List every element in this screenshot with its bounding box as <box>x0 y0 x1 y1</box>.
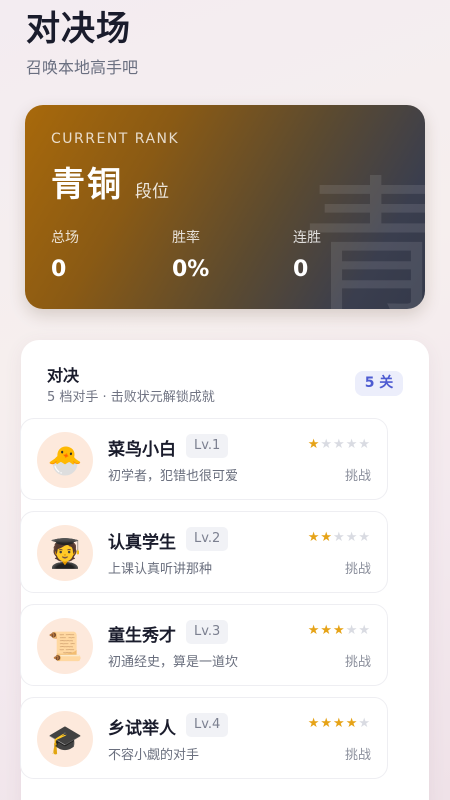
stat-value: 0 <box>51 257 67 282</box>
panel-title: 对决 <box>47 366 80 385</box>
star-empty-icon: ★ <box>358 437 371 452</box>
stat-label: 连胜 <box>293 230 321 246</box>
graduation-cap-icon: 🎓 <box>47 722 83 756</box>
stat-value: 0 <box>293 257 309 282</box>
scroll-icon: 📜 <box>47 629 83 663</box>
difficulty-stars: ★★★★★ <box>308 437 371 452</box>
opponent-name: 乡试举人 <box>108 719 176 739</box>
star-empty-icon: ★ <box>333 437 346 452</box>
star-empty-icon: ★ <box>358 530 371 545</box>
stat-total-games: 总场 0 <box>51 227 79 282</box>
opponent-description: 不容小觑的对手 <box>108 748 200 763</box>
star-filled-icon: ★ <box>307 623 321 638</box>
student-icon: 🧑‍🎓 <box>47 536 83 570</box>
panel-subtitle: 5 档对手 · 击败状元解锁成就 <box>47 390 215 405</box>
opponent-description: 上课认真听讲那种 <box>108 562 213 577</box>
opponent-level-badge: Lv.3 <box>186 620 229 644</box>
opponent-avatar: 🐣 <box>37 432 93 488</box>
opponent-name: 童生秀才 <box>108 626 176 646</box>
opponent-name: 菜鸟小白 <box>108 440 176 460</box>
opponent-card[interactable]: 🧑‍🎓 认真学生 Lv.2 上课认真听讲那种 ★★★★★ 挑战 <box>20 511 388 593</box>
rank-card: 青 CURRENT RANK 青铜 段位 总场 0 胜率 0% 连胜 0 <box>25 105 425 309</box>
challenge-button[interactable]: 挑战 <box>345 558 371 577</box>
difficulty-stars: ★★★★★ <box>308 530 371 545</box>
opponent-level-badge: Lv.4 <box>186 713 229 737</box>
star-empty-icon: ★ <box>333 530 346 545</box>
level-count-badge: 5 关 <box>355 371 403 396</box>
challenge-button[interactable]: 挑战 <box>345 465 371 484</box>
star-empty-icon: ★ <box>358 716 371 731</box>
star-filled-icon: ★ <box>320 530 334 545</box>
opponent-description: 初学者，犯错也很可爱 <box>108 469 239 484</box>
star-filled-icon: ★ <box>333 716 346 731</box>
opponent-level-badge: Lv.1 <box>186 434 229 458</box>
opponent-card[interactable]: 📜 童生秀才 Lv.3 初通经史，算是一道坎 ★★★★★ 挑战 <box>20 604 388 686</box>
stat-label: 胜率 <box>172 230 200 246</box>
star-filled-icon: ★ <box>307 437 321 452</box>
star-filled-icon: ★ <box>345 716 359 731</box>
stat-win-rate: 胜率 0% <box>172 227 209 282</box>
star-filled-icon: ★ <box>320 623 334 638</box>
opponent-name: 认真学生 <box>108 533 176 553</box>
difficulty-stars: ★★★★★ <box>308 716 371 731</box>
opponent-card[interactable]: 🎓 乡试举人 Lv.4 不容小觑的对手 ★★★★★ 挑战 <box>20 697 388 779</box>
star-filled-icon: ★ <box>307 716 321 731</box>
hatching-chick-icon: 🐣 <box>47 443 83 477</box>
opponent-level-badge: Lv.2 <box>186 527 229 551</box>
star-empty-icon: ★ <box>345 437 359 452</box>
stat-value: 0% <box>172 257 210 282</box>
stat-win-streak: 连胜 0 <box>293 227 321 282</box>
stat-label: 总场 <box>51 230 79 246</box>
difficulty-stars: ★★★★★ <box>308 623 371 638</box>
star-filled-icon: ★ <box>320 716 334 731</box>
opponent-card[interactable]: 🐣 菜鸟小白 Lv.1 初学者，犯错也很可爱 ★★★★★ 挑战 <box>20 418 388 500</box>
star-filled-icon: ★ <box>333 623 346 638</box>
page-subtitle: 召唤本地高手吧 <box>26 58 139 77</box>
page-header: 对决场 召唤本地高手吧 <box>26 6 138 78</box>
challenge-button[interactable]: 挑战 <box>345 744 371 763</box>
rank-name: 青铜 <box>51 165 123 205</box>
opponent-description: 初通经史，算是一道坎 <box>108 655 239 670</box>
star-empty-icon: ★ <box>320 437 334 452</box>
star-empty-icon: ★ <box>345 530 359 545</box>
page-title: 对决场 <box>26 9 131 49</box>
opponent-avatar: 🧑‍🎓 <box>37 525 93 581</box>
rank-suffix: 段位 <box>135 182 169 202</box>
star-filled-icon: ★ <box>307 530 321 545</box>
opponent-avatar: 🎓 <box>37 711 93 767</box>
rank-label: CURRENT RANK <box>51 131 180 147</box>
opponent-avatar: 📜 <box>37 618 93 674</box>
challenge-button[interactable]: 挑战 <box>345 651 371 670</box>
star-empty-icon: ★ <box>345 623 359 638</box>
star-empty-icon: ★ <box>358 623 371 638</box>
